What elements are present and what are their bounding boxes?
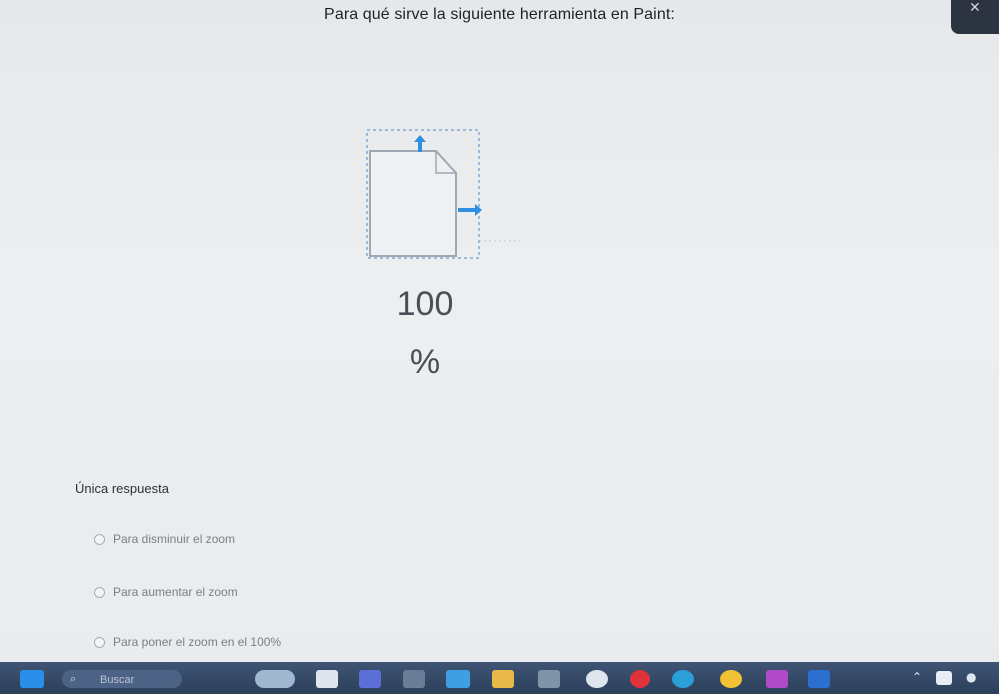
edge-icon[interactable] [672, 670, 694, 688]
mail-icon[interactable] [492, 670, 514, 688]
chrome-icon[interactable] [720, 670, 742, 688]
file-explorer-icon[interactable] [316, 670, 338, 688]
close-tab[interactable]: ✕ [951, 0, 999, 34]
zoom-percent: % [409, 343, 441, 381]
word-icon[interactable] [808, 670, 830, 688]
chevron-up-icon[interactable]: ⌃ [912, 670, 922, 684]
question-title: Para qué sirve la siguiente herramienta … [324, 6, 675, 23]
option-zoom-100[interactable]: Para poner el zoom en el 100% [94, 635, 281, 649]
close-icon[interactable]: ✕ [969, 0, 981, 16]
taskbar: ⌕ Buscar ⌃ ● [0, 662, 999, 694]
page-shape [369, 150, 457, 257]
zoom-number: 100 [396, 285, 454, 323]
option-decrease-zoom[interactable]: Para disminuir el zoom [94, 532, 235, 546]
option-increase-zoom[interactable]: Para aumentar el zoom [94, 585, 238, 599]
fit-to-window-icon [366, 129, 520, 259]
paint-icon[interactable] [766, 670, 788, 688]
search-icon: ⌕ [70, 672, 77, 685]
arrow-up-icon [414, 135, 426, 152]
radio-button[interactable] [94, 636, 105, 648]
folder-icon[interactable] [538, 670, 560, 688]
onedrive-icon[interactable] [936, 671, 952, 685]
option-label: Para aumentar el zoom [113, 585, 238, 599]
option-label: Para poner el zoom en el 100% [113, 635, 282, 649]
mic-icon[interactable]: ● [966, 670, 976, 684]
weather-icon[interactable] [255, 670, 295, 688]
answer-type-label: Única respuesta [75, 481, 169, 496]
dell-icon[interactable] [586, 670, 608, 688]
radio-button[interactable] [94, 586, 105, 598]
start-icon[interactable] [20, 670, 44, 688]
radio-button[interactable] [94, 533, 105, 545]
photos-icon[interactable] [446, 670, 470, 688]
opera-icon[interactable] [630, 670, 650, 688]
option-label: Para disminuir el zoom [113, 532, 236, 546]
teams-icon[interactable] [359, 670, 381, 688]
search-text: Buscar [100, 674, 135, 686]
calculator-icon[interactable] [403, 670, 425, 688]
